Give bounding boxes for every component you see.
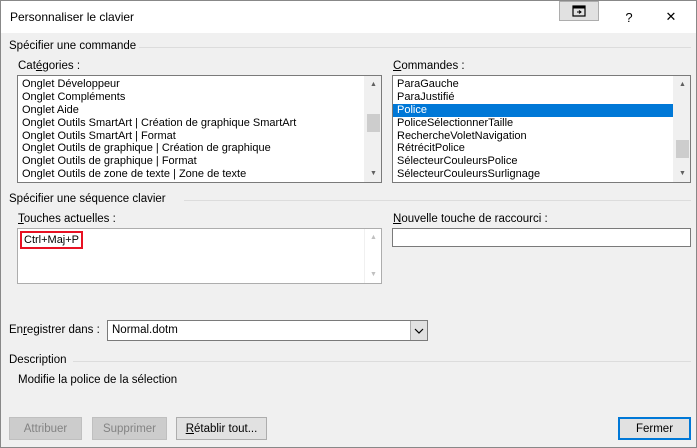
scroll-down-arrow-icon[interactable]: ▼ bbox=[365, 165, 381, 182]
current-keys-label: Touches actuelles : bbox=[18, 213, 116, 225]
restore-icon bbox=[572, 5, 586, 17]
current-keys-listbox[interactable]: Ctrl+Maj+P ▲ ▼ bbox=[17, 228, 382, 284]
list-item[interactable]: Onglet Compléments bbox=[18, 91, 364, 104]
list-item[interactable]: Onglet Développeur bbox=[18, 78, 364, 91]
categories-scrollbar[interactable]: ▲ ▼ bbox=[364, 76, 381, 182]
scroll-down-arrow-icon: ▼ bbox=[370, 271, 377, 278]
commands-listbox[interactable]: ParaGauche ParaJustifié Police PoliceSél… bbox=[392, 75, 691, 183]
categories-label: Catégories : bbox=[18, 60, 81, 72]
close-window-button[interactable]: ✕ bbox=[649, 1, 693, 33]
scroll-up-arrow-icon[interactable]: ▲ bbox=[365, 76, 381, 93]
scroll-up-arrow-icon: ▲ bbox=[370, 234, 377, 241]
save-in-dropdown[interactable]: Normal.dotm bbox=[107, 320, 428, 341]
list-item[interactable]: ParaGauche bbox=[393, 78, 673, 91]
current-keys-scrollbar: ▲ ▼ bbox=[364, 229, 381, 283]
commands-label: Commandes : bbox=[393, 60, 465, 72]
list-item[interactable]: Onglet Outils de graphique | Format bbox=[18, 155, 364, 168]
current-key-entry[interactable]: Ctrl+Maj+P bbox=[20, 231, 84, 249]
list-item[interactable]: Onglet Outils SmartArt | Création de gra… bbox=[18, 117, 364, 130]
dialog-title: Personnaliser le clavier bbox=[10, 10, 135, 24]
list-item-selected[interactable]: Police bbox=[393, 103, 673, 117]
categories-listbox[interactable]: Onglet Développeur Onglet Compléments On… bbox=[17, 75, 382, 183]
new-shortcut-input[interactable] bbox=[392, 228, 691, 247]
restore-window-button[interactable] bbox=[559, 1, 599, 21]
section-divider bbox=[73, 361, 691, 362]
list-item[interactable]: PoliceSélectionnerTaille bbox=[393, 117, 673, 130]
chevron-down-icon bbox=[414, 328, 424, 334]
list-item[interactable]: Onglet Outils SmartArt | Format bbox=[18, 130, 364, 143]
assign-button[interactable]: Attribuer bbox=[9, 417, 82, 440]
shortcut-section-label: Spécifier une séquence clavier bbox=[9, 193, 166, 205]
close-icon: ✕ bbox=[665, 9, 677, 24]
help-icon: ? bbox=[625, 9, 633, 25]
remove-button[interactable]: Supprimer bbox=[92, 417, 167, 440]
help-button[interactable]: ? bbox=[607, 1, 651, 33]
section-divider bbox=[139, 47, 691, 48]
list-item[interactable]: RétrécitPolice bbox=[393, 142, 673, 155]
customize-keyboard-dialog: Personnaliser le clavier ? ✕ Spécifier u… bbox=[0, 0, 697, 448]
scroll-thumb[interactable] bbox=[367, 114, 380, 132]
command-section-label: Spécifier une commande bbox=[9, 40, 137, 52]
save-in-label: Enregistrer dans : bbox=[9, 324, 100, 336]
list-item[interactable]: Onglet Aide bbox=[18, 104, 364, 117]
scroll-down-arrow-icon[interactable]: ▼ bbox=[674, 165, 690, 182]
close-button[interactable]: Fermer bbox=[618, 417, 691, 440]
title-bar: Personnaliser le clavier ? ✕ bbox=[1, 1, 696, 33]
save-in-value: Normal.dotm bbox=[112, 324, 178, 336]
description-label: Description bbox=[9, 354, 67, 366]
new-shortcut-label: Nouvelle touche de raccourci : bbox=[393, 213, 548, 225]
list-item[interactable]: ParaJustifié bbox=[393, 91, 673, 104]
list-item[interactable]: SélecteurCouleursSurlignage bbox=[393, 168, 673, 181]
dropdown-toggle[interactable] bbox=[410, 321, 427, 340]
list-item[interactable]: RechercheVoletNavigation bbox=[393, 130, 673, 143]
commands-scrollbar[interactable]: ▲ ▼ bbox=[673, 76, 690, 182]
scroll-thumb[interactable] bbox=[676, 140, 689, 158]
list-item[interactable]: Onglet Outils de graphique | Création de… bbox=[18, 142, 364, 155]
list-item[interactable]: Onglet Outils de zone de texte | Zone de… bbox=[18, 168, 364, 181]
reset-all-button[interactable]: Rétablir tout... bbox=[176, 417, 267, 440]
list-item[interactable]: SélecteurCouleursPolice bbox=[393, 155, 673, 168]
description-text: Modifie la police de la sélection bbox=[18, 374, 178, 386]
scroll-up-arrow-icon[interactable]: ▲ bbox=[674, 76, 690, 93]
section-divider bbox=[184, 200, 691, 201]
